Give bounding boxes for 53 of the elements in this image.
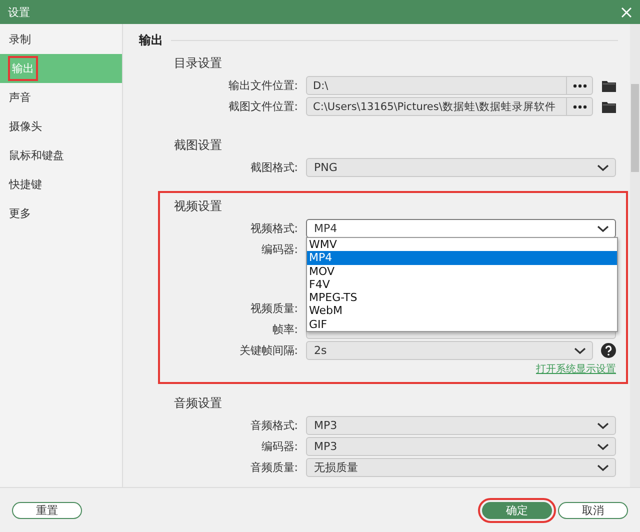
- dialog-button[interactable]: 取消: [558, 502, 628, 518]
- chevron-icon: [597, 442, 609, 450]
- field-label: 音频质量:: [249, 460, 298, 475]
- dropdown-option[interactable]: WebM: [307, 304, 617, 318]
- field-label: 音频格式:: [249, 418, 298, 433]
- sidebar-item[interactable]: 录制: [0, 25, 122, 54]
- dropdown-field[interactable]: MP3: [306, 416, 616, 435]
- help-icon[interactable]: [601, 343, 616, 358]
- chevron-icon: [597, 224, 609, 232]
- dialog-button[interactable]: 重置: [12, 502, 82, 518]
- field-label: 编码器:: [260, 439, 298, 454]
- sidebar-item[interactable]: 声音: [0, 83, 122, 112]
- more-icon: [572, 84, 586, 88]
- dropdown-field[interactable]: MP4: [306, 219, 616, 238]
- chevron-icon: [574, 346, 586, 354]
- field-label: 截图格式:: [249, 160, 298, 175]
- path-field[interactable]: C:\Users\13165\Pictures\数据蛙\数据蛙录屏软件: [306, 97, 593, 116]
- dropdown-field[interactable]: PNG: [306, 158, 616, 177]
- folder-icon[interactable]: [602, 80, 616, 92]
- dropdown-option[interactable]: GIF: [307, 318, 617, 332]
- sidebar-item[interactable]: 更多: [0, 199, 122, 228]
- dropdown-option[interactable]: F4V: [307, 278, 617, 292]
- chevron-icon: [597, 422, 609, 430]
- folder-icon[interactable]: [602, 100, 616, 112]
- group-title: 目录设置: [174, 54, 222, 72]
- field-label: 关键帧间隔:: [238, 343, 298, 358]
- dropdown-option[interactable]: MP4: [307, 251, 617, 265]
- dropdown-field[interactable]: 无损质量: [306, 458, 616, 477]
- chevron-icon: [597, 464, 609, 472]
- path-field[interactable]: D:\: [306, 76, 593, 95]
- field-label: 视频格式:: [249, 221, 298, 236]
- field-label: 编码器:: [260, 242, 298, 257]
- scrollbar[interactable]: [630, 24, 640, 487]
- field-label: 输出文件位置:: [227, 78, 298, 93]
- chevron-icon: [597, 164, 609, 172]
- dropdown-option[interactable]: MOV: [307, 264, 617, 278]
- window-title: 设置: [8, 4, 30, 20]
- group-title: 截图设置: [174, 136, 222, 154]
- dropdown-field[interactable]: 2s: [306, 341, 593, 360]
- dropdown-field[interactable]: MP3: [306, 437, 616, 456]
- field-label: 截图文件位置:: [227, 99, 298, 114]
- close-icon[interactable]: [621, 6, 632, 18]
- sidebar-item[interactable]: 鼠标和键盘: [0, 141, 122, 170]
- field-label: 帧率:: [271, 322, 298, 337]
- field-label: 视频质量:: [249, 301, 298, 316]
- sidebar-item[interactable]: 快捷键: [0, 170, 122, 199]
- group-title: 音频设置: [174, 394, 222, 412]
- dropdown-option[interactable]: WMV: [307, 238, 617, 252]
- dropdown-option[interactable]: MPEG-TS: [307, 291, 617, 304]
- section-heading: 输出: [139, 32, 163, 48]
- sidebar-item[interactable]: 摄像头: [0, 112, 122, 141]
- more-icon: [572, 104, 586, 108]
- group-title: 视频设置: [174, 198, 222, 214]
